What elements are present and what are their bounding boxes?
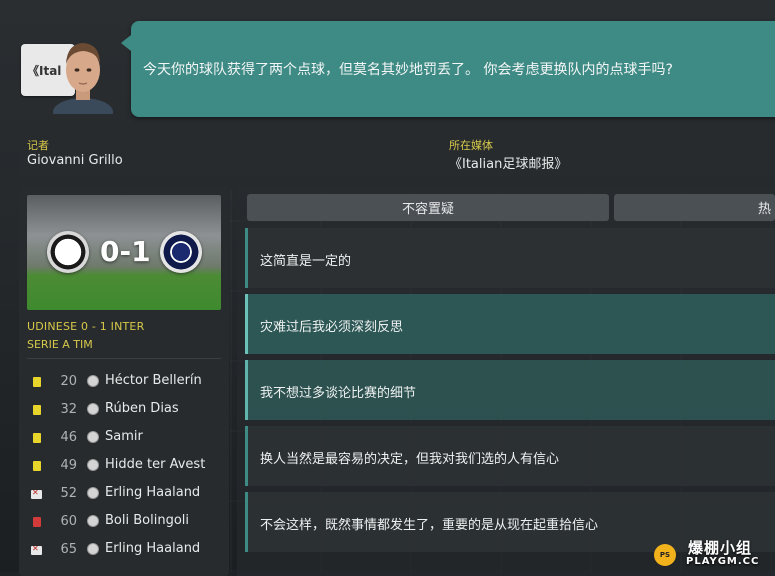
ball-icon (87, 375, 99, 387)
answer-option[interactable]: 换人当然是最容易的决定，但我对我们选的人有信心 (245, 426, 775, 486)
event-minute: 46 (60, 430, 77, 445)
match-score-image[interactable]: 0-1 (27, 195, 221, 310)
event-minute: 20 (60, 374, 77, 389)
event-minute: 65 (60, 542, 77, 557)
answer-option[interactable]: 我不想过多谈论比赛的细节 (245, 360, 775, 420)
event-row: 52 Erling Haaland (19, 480, 229, 508)
match-competition[interactable]: SERIE A TIM (27, 338, 93, 351)
substitution-icon (31, 544, 42, 555)
substitution-icon (31, 488, 42, 499)
answer-option[interactable]: 灾难过后我必须深刻反思 (245, 294, 775, 354)
event-row: 32 Rúben Dias (19, 396, 229, 424)
event-minute: 52 (60, 486, 77, 501)
red-card-icon (33, 517, 41, 527)
event-player[interactable]: Rúben Dias (105, 401, 179, 416)
event-minute: 32 (60, 402, 77, 417)
udinese-crest-icon (47, 231, 89, 273)
tab-tone-firm[interactable]: 不容置疑 (247, 194, 609, 221)
yellow-card-icon (33, 377, 41, 387)
event-player[interactable]: Héctor Bellerín (105, 373, 202, 388)
event-minute: 60 (60, 514, 77, 529)
answer-text: 灾难过后我必须深刻反思 (260, 320, 404, 335)
ball-icon (87, 515, 99, 527)
ball-icon (87, 403, 99, 415)
event-minute: 49 (60, 458, 77, 473)
watermark-en: PLAYGM.CC (686, 556, 760, 567)
reporter-info-bar: 记者 Giovanni Grillo 所在媒体 《Italian足球邮报》 (19, 128, 775, 176)
match-score: 0-1 (100, 235, 151, 268)
event-row: 65 Erling Haaland (19, 536, 229, 564)
event-row: 20 Héctor Bellerín (19, 368, 229, 396)
answer-text: 换人当然是最容易的决定，但我对我们选的人有信心 (260, 452, 560, 467)
event-player[interactable]: Erling Haaland (105, 541, 200, 556)
tab-tone-passionate[interactable]: 热 (614, 194, 775, 221)
watermark-cn: 爆棚小组 (688, 539, 753, 557)
yellow-card-icon (33, 433, 41, 443)
event-row: 60 Boli Bolingoli (19, 508, 229, 536)
question-bubble: 今天你的球队获得了两个点球，但莫名其妙地罚丢了。 你会考虑更换队内的点球手吗? (121, 21, 775, 117)
reporter-avatar (53, 43, 113, 114)
reporter-label: 记者 (27, 139, 49, 152)
match-panel: 0-1 UDINESE 0 - 1 INTER SERIE A TIM 20 H… (19, 186, 229, 576)
event-player[interactable]: Boli Bolingoli (105, 513, 189, 528)
ball-icon (87, 459, 99, 471)
event-row: 46 Samir (19, 424, 229, 452)
answer-text: 我不想过多谈论比赛的细节 (260, 386, 417, 401)
event-row: 49 Hidde ter Avest (19, 452, 229, 480)
event-player[interactable]: Samir (105, 429, 143, 444)
answer-option[interactable]: 这简直是一定的 (245, 228, 775, 288)
ball-icon (87, 431, 99, 443)
answer-text: 这简直是一定的 (260, 254, 352, 269)
yellow-card-icon (33, 405, 41, 415)
match-title[interactable]: UDINESE 0 - 1 INTER (27, 320, 144, 333)
divider (27, 358, 221, 359)
event-player[interactable]: Erling Haaland (105, 485, 200, 500)
ball-icon (87, 487, 99, 499)
watermark: PS 爆棚小组 PLAYGM.CC (640, 536, 775, 572)
ball-icon (87, 543, 99, 555)
media-label: 所在媒体 (449, 139, 493, 152)
event-player[interactable]: Hidde ter Avest (105, 457, 205, 472)
answer-text: 不会这样，既然事情都发生了，重要的是从现在起重拾信心 (260, 518, 599, 533)
question-text: 今天你的球队获得了两个点球，但莫名其妙地罚丢了。 你会考虑更换队内的点球手吗? (143, 62, 673, 78)
reporter-name[interactable]: Giovanni Grillo (27, 153, 123, 168)
media-name[interactable]: 《Italian足球邮报》 (449, 153, 567, 172)
watermark-logo-icon: PS (654, 544, 676, 566)
inter-crest-icon (160, 231, 202, 273)
yellow-card-icon (33, 461, 41, 471)
